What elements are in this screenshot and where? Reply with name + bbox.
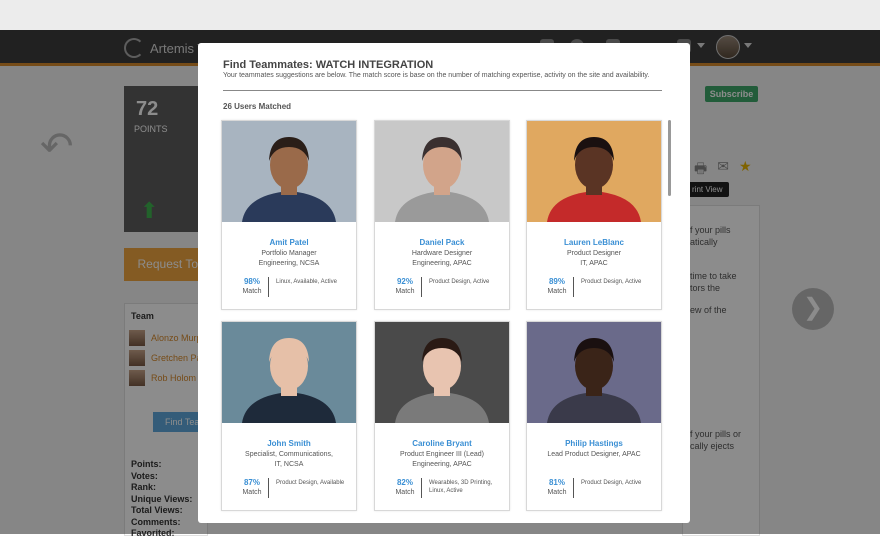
- divider: [421, 478, 422, 498]
- teammate-name[interactable]: John Smith: [222, 439, 356, 448]
- teammate-card[interactable]: Caroline Bryant Product Engineer III (Lea…: [374, 321, 510, 511]
- divider: [421, 277, 422, 297]
- teammate-tags: Wearables, 3D Printing, Linux, Active: [429, 480, 493, 494]
- teammate-card[interactable]: John Smith Specialist, Communications, IT,…: [221, 321, 357, 511]
- role-line: Engineering, APAC: [412, 259, 472, 267]
- role-line: Engineering, NCSA: [258, 259, 320, 267]
- find-teammates-modal: Find Teammates: WATCH INTEGRATION Your t…: [198, 43, 690, 523]
- role-line: Product Engineer III (Lead): [399, 451, 485, 458]
- window-chrome: [0, 0, 880, 30]
- profile-photo: [222, 121, 356, 222]
- divider: [223, 90, 662, 91]
- teammate-role: Portfolio Manager Engineering, NCSA: [222, 249, 356, 268]
- users-matched-count: 26 Users Matched: [223, 102, 292, 111]
- profile-photo: [222, 322, 356, 423]
- profile-photo: [527, 121, 661, 222]
- role-line: Specialist, Communications,: [245, 451, 333, 458]
- teammate-tags: Product Design, Active: [429, 279, 490, 285]
- teammate-role: Specialist, Communications, IT, NCSA: [222, 450, 356, 469]
- role-line: Hardware Designer: [411, 250, 473, 257]
- role-line: Lead Product Designer, APAC: [547, 451, 641, 458]
- role-line: Portfolio Manager: [261, 250, 317, 257]
- divider: [573, 478, 574, 498]
- teammate-role: Lead Product Designer, APAC: [527, 450, 661, 460]
- teammate-card[interactable]: Daniel Pack Hardware Designer Engineering,…: [374, 120, 510, 310]
- scrollbar[interactable]: [668, 120, 671, 196]
- teammate-card[interactable]: Amit Patel Portfolio Manager Engineering, …: [221, 120, 357, 310]
- teammate-tags: Product Design, Active: [581, 480, 642, 486]
- role-line: IT, APAC: [580, 259, 608, 267]
- teammate-role: Hardware Designer Engineering, APAC: [375, 249, 509, 268]
- teammate-name[interactable]: Lauren LeBlanc: [527, 238, 661, 247]
- divider: [573, 277, 574, 297]
- teammate-tags: Linux, Available, Active: [276, 279, 337, 285]
- teammate-card[interactable]: Philip Hastings Lead Product Designer, AP…: [526, 321, 662, 511]
- divider: [268, 478, 269, 498]
- modal-title: Find Teammates: WATCH INTEGRATION: [223, 59, 434, 71]
- profile-photo: [375, 121, 509, 222]
- teammate-role: Product Engineer III (Lead) Engineering, …: [375, 450, 509, 469]
- profile-photo: [375, 322, 509, 423]
- teammate-name[interactable]: Caroline Bryant: [375, 439, 509, 448]
- teammate-name[interactable]: Daniel Pack: [375, 238, 509, 247]
- teammate-name[interactable]: Philip Hastings: [527, 439, 661, 448]
- role-line: Product Designer: [566, 250, 622, 257]
- role-line: Engineering, APAC: [412, 460, 472, 468]
- teammate-name[interactable]: Amit Patel: [222, 238, 356, 247]
- role-line: IT, NCSA: [274, 460, 304, 468]
- teammate-tags: Product Design, Active: [581, 279, 642, 285]
- divider: [268, 277, 269, 297]
- modal-subtitle: Your teammates suggestions are below. Th…: [223, 72, 650, 79]
- teammate-card[interactable]: Lauren LeBlanc Product Designer IT, APAC 89…: [526, 120, 662, 310]
- teammate-role: Product Designer IT, APAC: [527, 249, 661, 268]
- teammate-tags: Product Design, Available: [276, 480, 345, 486]
- profile-photo: [527, 322, 661, 423]
